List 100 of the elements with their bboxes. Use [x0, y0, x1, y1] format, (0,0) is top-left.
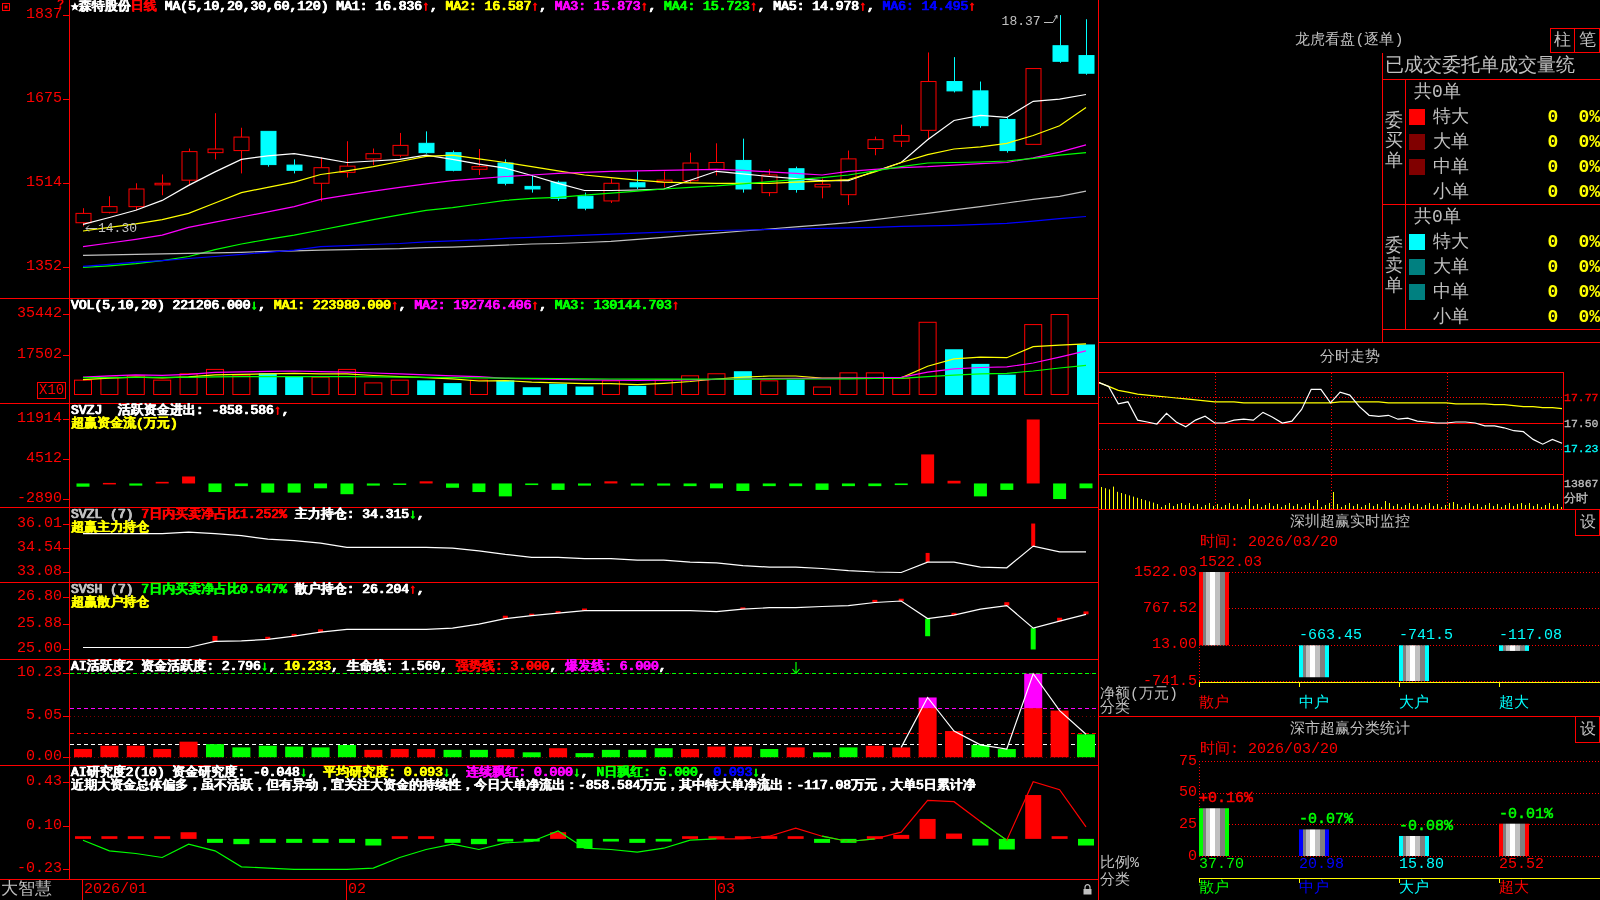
- axis-label: 767.52: [1143, 601, 1197, 615]
- candle: [365, 148, 382, 166]
- candle: [101, 195, 118, 214]
- research-bar: [550, 832, 567, 839]
- order-total: 共0单: [1413, 206, 1462, 229]
- volume-bar: [337, 368, 356, 395]
- research-bar: [444, 838, 461, 843]
- axis-label: 35442: [17, 306, 62, 321]
- fund-flow-bar: [868, 483, 882, 487]
- value-label: 1522.03: [1199, 556, 1262, 570]
- group-label: 委卖单: [1385, 237, 1403, 297]
- settings-button[interactable]: 设: [1575, 510, 1600, 536]
- fund-flow-bar: [683, 483, 697, 487]
- candle: [814, 178, 831, 199]
- mode-button[interactable]: 柱: [1550, 28, 1575, 53]
- research-bar: [1051, 836, 1068, 839]
- fund-flow-bar: [709, 483, 723, 489]
- research-bar: [154, 836, 171, 839]
- panel-title: 分时走势: [1319, 348, 1380, 367]
- order-size-label: 特大: [1433, 231, 1470, 252]
- axis-label: 75: [1179, 754, 1197, 768]
- candle: [154, 173, 171, 196]
- indicator-note: 超赢散户持仓: [71, 596, 149, 609]
- axis-label: 0: [1188, 849, 1197, 863]
- date-label: 03: [717, 882, 735, 898]
- settings-button[interactable]: 设: [1575, 717, 1600, 743]
- research-bar: [734, 836, 751, 839]
- fund-flow-bar: [762, 483, 776, 487]
- fund-flow-bar: [498, 483, 512, 497]
- fund-flow-bar: [604, 481, 618, 484]
- period-label: 分时: [1564, 492, 1588, 505]
- axis-label: 17.77: [1564, 390, 1599, 404]
- activity-bar: [522, 752, 541, 758]
- group-label: 委买单: [1385, 112, 1403, 172]
- order-count: 0: [1546, 281, 1560, 302]
- fund-flow-bar: [234, 483, 248, 487]
- research-bar: [866, 836, 883, 839]
- order-total: 共0单: [1413, 81, 1462, 104]
- fund-flow-bar: [921, 454, 935, 484]
- candle: [260, 130, 277, 168]
- axis-label: -0.23: [17, 862, 62, 877]
- order-percent: 0%: [1577, 306, 1600, 327]
- order-percent: 0%: [1577, 156, 1600, 177]
- candle: [682, 152, 699, 184]
- mode-button[interactable]: 笔: [1575, 28, 1600, 53]
- category-bar: [1299, 645, 1329, 678]
- research-bar: [523, 838, 540, 842]
- value-label: -741.5: [1399, 629, 1453, 644]
- volume-bar: [153, 379, 172, 395]
- fund-flow-bar: [472, 483, 486, 493]
- volume-bar: [839, 372, 858, 395]
- research-bar: [470, 838, 487, 845]
- high-price-label: 18.37: [1001, 14, 1041, 30]
- order-percent: 0%: [1577, 106, 1600, 127]
- category-bar: [1499, 823, 1529, 856]
- volume-bar: [760, 380, 779, 395]
- square-icon[interactable]: [2, 3, 10, 11]
- volume-bar: [865, 372, 884, 395]
- change-label: -0.08%: [1399, 820, 1453, 834]
- change-label: -0.01%: [1499, 807, 1553, 822]
- activity-bar: [1050, 710, 1069, 758]
- candle: [840, 150, 857, 206]
- order-percent: 0%: [1577, 181, 1600, 202]
- holding-change-bar: [1031, 523, 1036, 547]
- research-bar: [180, 832, 197, 839]
- axis-label: 17.50: [1564, 416, 1599, 430]
- order-percent: 0%: [1577, 231, 1600, 252]
- activity-bar: [681, 749, 700, 758]
- lock-icon[interactable]: [1083, 884, 1092, 895]
- research-bar: [391, 836, 408, 839]
- fund-flow-bar: [894, 483, 908, 486]
- holding-change-bar: [1004, 602, 1010, 606]
- research-bar: [919, 818, 936, 839]
- activity-bar: [654, 748, 673, 758]
- value-label: 15.80: [1399, 858, 1444, 872]
- order-percent: 0%: [1577, 256, 1600, 277]
- volume-bar: [443, 383, 462, 395]
- volume-bar: [205, 368, 224, 395]
- research-bar: [286, 838, 303, 843]
- axis-label: 17502: [17, 347, 62, 362]
- candle: [1052, 14, 1069, 64]
- volume-bar: [364, 382, 383, 395]
- axis-label: 13.00: [1152, 638, 1197, 652]
- candle: [761, 168, 778, 197]
- order-count: 0: [1546, 131, 1560, 152]
- holding-change-bar: [212, 635, 218, 642]
- axis-label: 4512: [26, 452, 62, 467]
- category-bar: [1399, 645, 1429, 681]
- research-bar: [761, 836, 778, 839]
- activity-bar: [865, 745, 884, 758]
- candle: [603, 178, 620, 204]
- activity-bar: [1077, 734, 1095, 758]
- indicator-header: SVSH (7) 7日内买卖净占比0.647% 散户持仓: 26.204↑,: [71, 583, 425, 596]
- activity-bar: [707, 746, 726, 758]
- indicator-note: 超赢主力持仓: [71, 521, 149, 534]
- candle: [75, 207, 92, 227]
- candle: [286, 158, 303, 174]
- order-count: 0: [1546, 181, 1560, 202]
- candle: [207, 112, 224, 160]
- fund-flow-bar: [736, 483, 750, 491]
